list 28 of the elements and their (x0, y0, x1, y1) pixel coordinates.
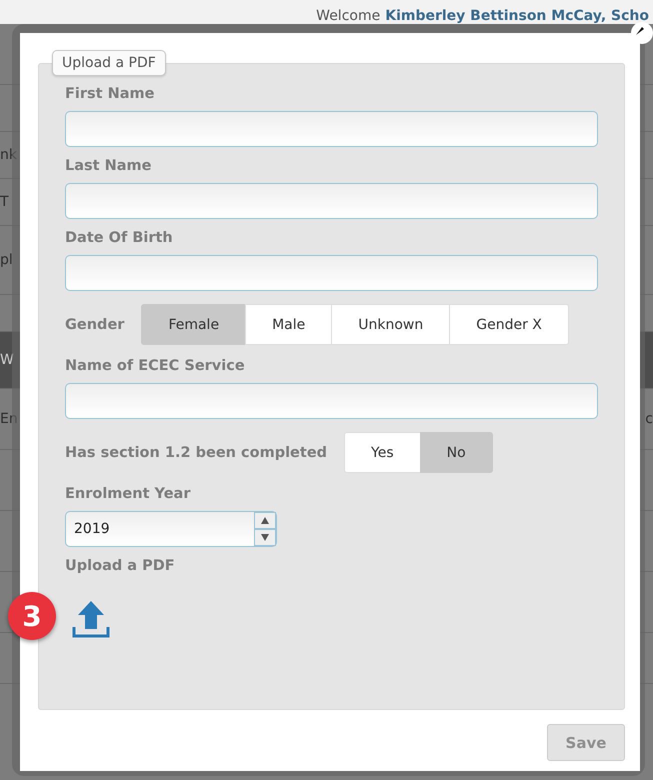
page-text: nk (0, 147, 17, 163)
field-label: Gender (65, 316, 124, 332)
field-label: Enrolment Year (65, 486, 192, 502)
field-label: Name of ECEC Service (65, 358, 246, 374)
toggle-option[interactable]: Gender X (449, 304, 569, 345)
page-text: W (0, 352, 14, 368)
welcome-text: Welcome (316, 8, 380, 24)
toggle-option[interactable]: Male (245, 304, 332, 345)
field-label: Has section 1.2 been completed (65, 444, 328, 460)
toggle-option[interactable]: Female (141, 304, 246, 345)
step-badge: 3 (8, 592, 56, 640)
toggle-option[interactable]: Yes (344, 432, 421, 473)
input-field[interactable] (65, 183, 598, 219)
input-field[interactable] (65, 255, 598, 291)
field-label: Date Of Birth (65, 230, 174, 246)
input-field[interactable] (65, 383, 598, 419)
number-field[interactable]: 2019 (65, 511, 277, 547)
page-text: pl (0, 252, 13, 268)
toggle-option[interactable]: Unknown (331, 304, 450, 345)
page-text: c (645, 411, 653, 427)
user-link[interactable]: Kimberley Bettinson McCay, Scho (385, 8, 649, 24)
field-label: Last Name (65, 158, 152, 174)
input-field[interactable] (65, 111, 598, 147)
page-text: En (0, 411, 18, 427)
page-text: T (0, 194, 9, 210)
field-label: Upload a PDF (65, 558, 176, 574)
field-label: First Name (65, 86, 156, 102)
toggle-option[interactable]: No (420, 432, 493, 473)
